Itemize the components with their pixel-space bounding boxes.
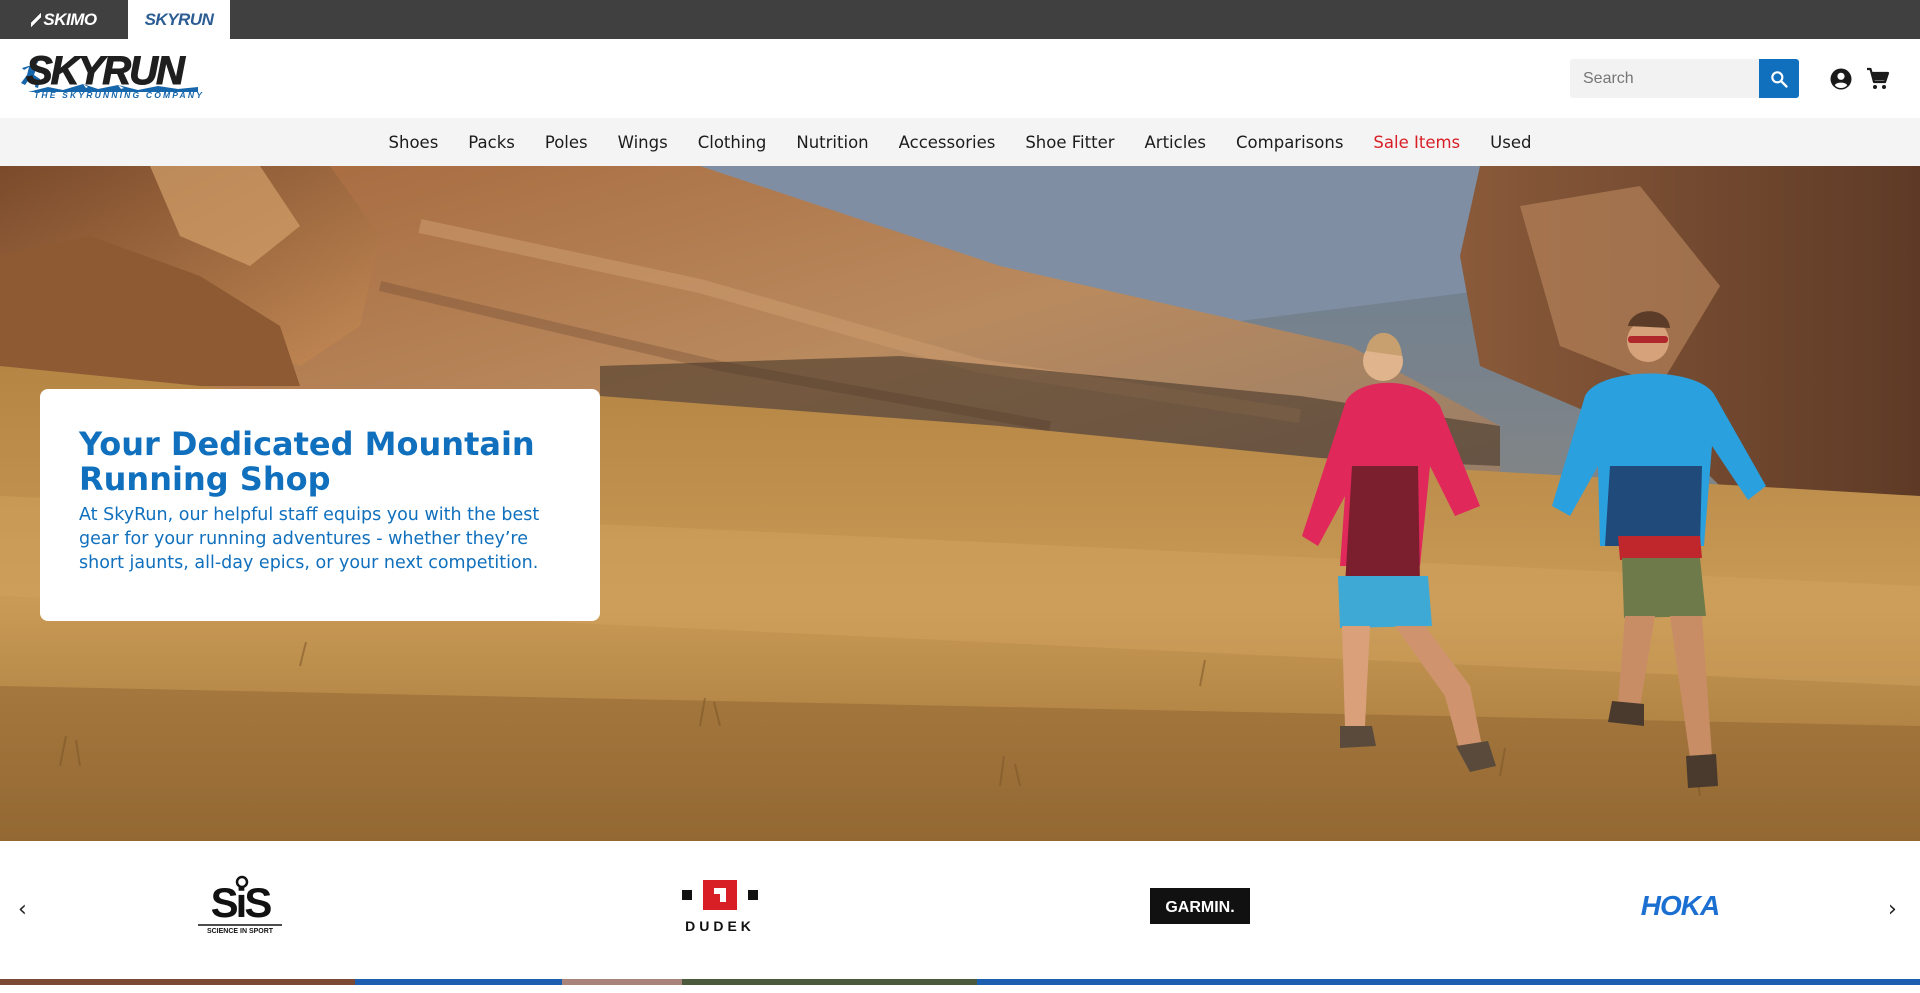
skyrun-tab-label: SKYRUN: [144, 9, 214, 29]
sis-subtitle: SCIENCE IN SPORT: [207, 928, 274, 935]
carousel-prev-button[interactable]: ‹: [18, 897, 27, 922]
brand-logo-sis[interactable]: SiS SCIENCE IN SPORT: [190, 875, 290, 936]
brand-logo-hoka[interactable]: HOKA: [1630, 876, 1730, 936]
site-header: SKYRUN THE SKYRUNNING COMPANY: [0, 39, 1920, 118]
skimo-site-tab[interactable]: SKIMO: [0, 0, 128, 39]
search-input[interactable]: [1570, 59, 1759, 98]
nav-clothing[interactable]: Clothing: [683, 133, 782, 152]
nav-accessories[interactable]: Accessories: [884, 133, 1011, 152]
dudek-logo-icon: DUDEK: [682, 880, 758, 934]
skier-icon: [31, 12, 42, 27]
next-section-preview: [0, 979, 1920, 985]
nav-comparisons[interactable]: Comparisons: [1221, 133, 1358, 152]
hero-card: Your Dedicated Mountain Running Shop At …: [40, 389, 600, 621]
dudek-wordmark: DUDEK: [685, 918, 755, 934]
skyrun-logo[interactable]: SKYRUN THE SKYRUNNING COMPANY: [18, 49, 205, 103]
nav-packs[interactable]: Packs: [453, 133, 530, 152]
cart-icon[interactable]: [1866, 67, 1890, 91]
skimo-tab-label: SKIMO: [43, 9, 97, 29]
hero-description: At SkyRun, our helpful staff equips you …: [79, 505, 540, 573]
nav-nutrition[interactable]: Nutrition: [781, 133, 883, 152]
nav-used[interactable]: Used: [1475, 133, 1546, 152]
brand-logo-garmin[interactable]: GARMIN.: [1150, 876, 1250, 936]
nav-poles[interactable]: Poles: [530, 133, 603, 152]
main-nav: Shoes Packs Poles Wings Clothing Nutriti…: [0, 118, 1920, 166]
nav-shoe-fitter[interactable]: Shoe Fitter: [1010, 133, 1129, 152]
nav-articles[interactable]: Articles: [1130, 133, 1222, 152]
hero-title: Your Dedicated Mountain Running Shop: [79, 425, 535, 498]
sis-logo-icon: SiS SCIENCE IN SPORT: [198, 875, 282, 935]
search-button[interactable]: [1759, 59, 1799, 98]
search-icon: [1771, 70, 1788, 88]
nav-sale-items[interactable]: Sale Items: [1358, 133, 1475, 152]
nav-shoes[interactable]: Shoes: [374, 133, 454, 152]
hoka-logo-icon: HOKA: [1641, 890, 1720, 921]
site-switcher-bar: SKIMO SKYRUN: [0, 0, 1920, 39]
hero-banner: Your Dedicated Mountain Running Shop At …: [0, 166, 1920, 841]
search-bar: [1570, 59, 1799, 98]
sis-wordmark: SiS: [211, 879, 272, 926]
skyrun-site-tab[interactable]: SKYRUN: [128, 0, 230, 39]
nav-wings[interactable]: Wings: [603, 133, 683, 152]
garmin-wordmark: GARMIN.: [1165, 899, 1234, 916]
brand-logo-dudek[interactable]: DUDEK: [680, 876, 760, 936]
garmin-logo-icon: GARMIN.: [1150, 888, 1250, 924]
brand-carousel: ‹ SiS SCIENCE IN SPORT DUDEK GARMIN. HOK…: [0, 841, 1920, 985]
account-icon[interactable]: [1829, 67, 1853, 91]
logo-tagline: THE SKYRUNNING COMPANY: [34, 90, 205, 100]
carousel-next-button[interactable]: ›: [1888, 897, 1897, 922]
hoka-wordmark: HOKA: [1641, 890, 1719, 921]
